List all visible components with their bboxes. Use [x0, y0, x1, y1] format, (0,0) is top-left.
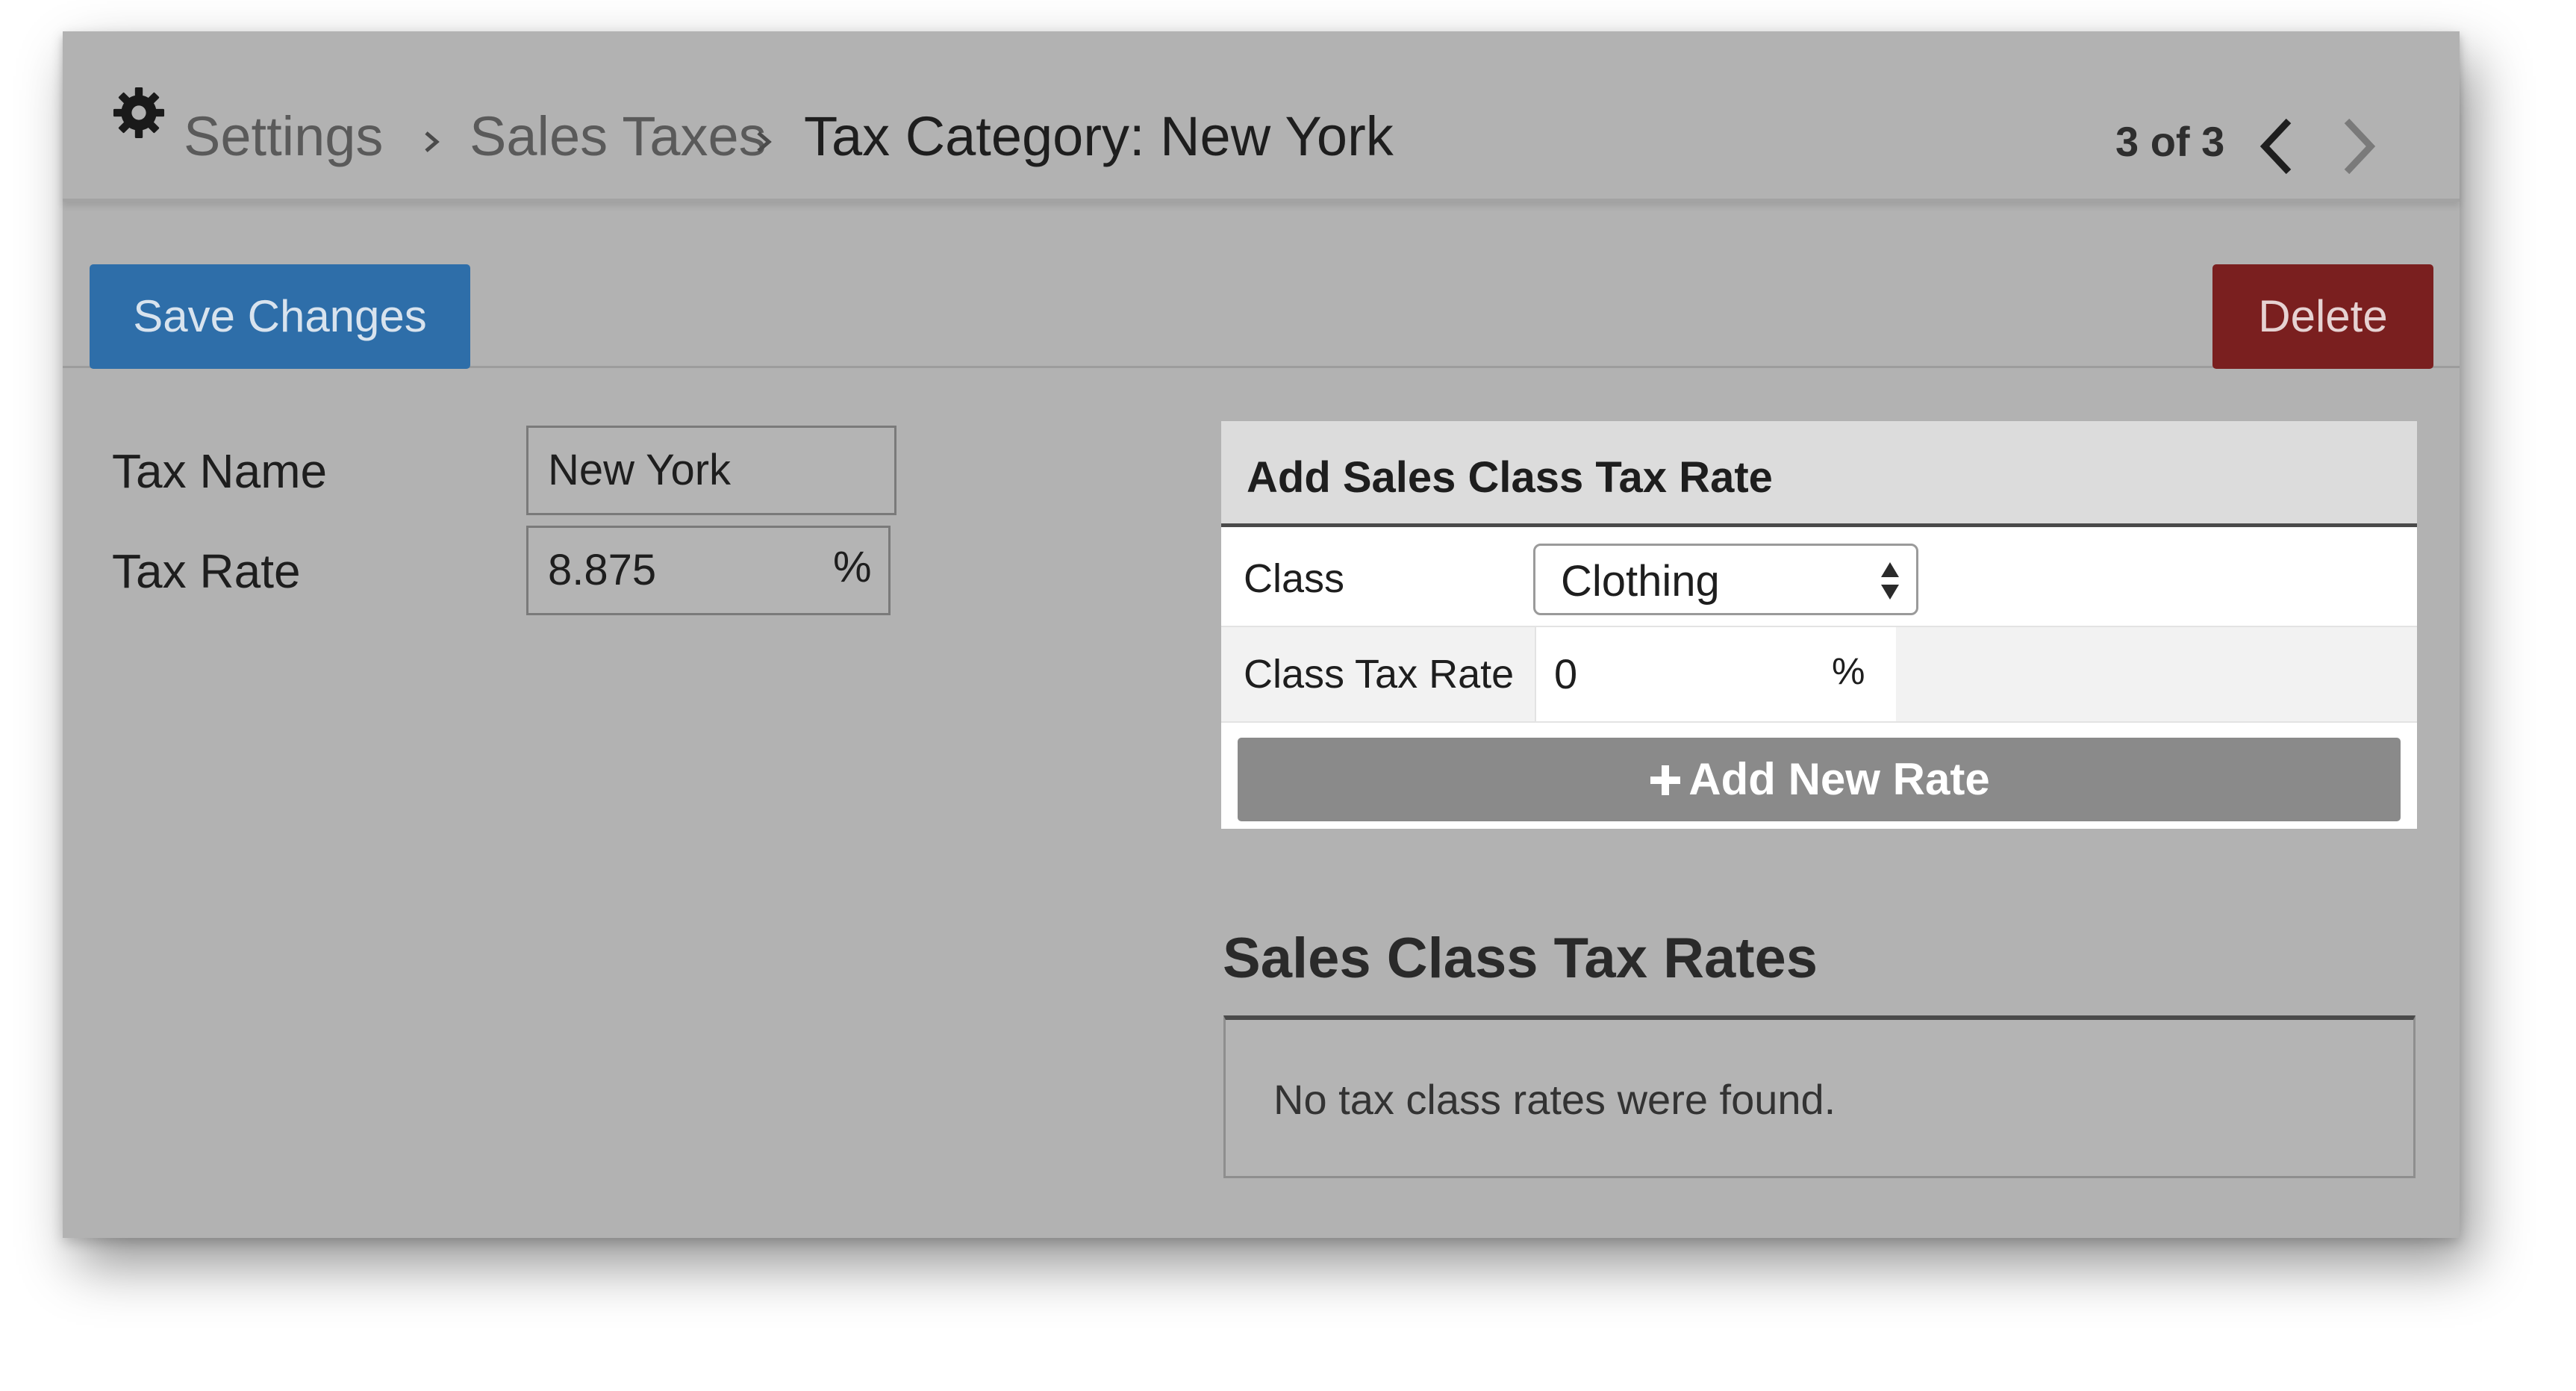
tax-rate-percent: %	[833, 543, 872, 591]
tax-name-label: Tax Name	[112, 444, 328, 498]
select-arrows-icon	[1881, 562, 1899, 600]
chevron-right-icon[interactable]	[2333, 112, 2384, 181]
class-tax-rate-value: 0	[1554, 650, 1578, 697]
tax-rates-list: No tax class rates were found.	[1223, 1015, 2416, 1178]
panel-title: Add Sales Class Tax Rate	[1247, 453, 1773, 502]
empty-state-message: No tax class rates were found.	[1273, 1076, 1836, 1123]
class-tax-rate-percent: %	[1832, 650, 1865, 692]
class-row: Class Clothing	[1221, 527, 2417, 627]
breadcrumb-settings[interactable]: Settings	[184, 109, 383, 164]
gear-icon[interactable]	[111, 85, 166, 140]
breadcrumb-current: Tax Category: New York	[804, 105, 1394, 167]
panel-header: Add Sales Class Tax Rate	[1221, 421, 2417, 527]
class-label: Class	[1244, 556, 1345, 601]
class-select[interactable]: Clothing	[1533, 544, 1918, 615]
header-bar: Settings Sales Taxes Tax Category: New Y…	[63, 31, 2460, 202]
add-sales-class-panel: Add Sales Class Tax Rate Class Clothing …	[1221, 421, 2417, 829]
chevron-left-icon[interactable]	[2251, 112, 2302, 181]
delete-button[interactable]: Delete	[2212, 264, 2433, 369]
class-tax-rate-label: Class Tax Rate	[1244, 652, 1515, 697]
tax-rate-value: 8.875	[548, 546, 657, 594]
toolbar: Save Changes Delete	[63, 202, 2460, 369]
plus-icon	[1650, 765, 1681, 795]
window: Settings Sales Taxes Tax Category: New Y…	[63, 31, 2460, 1238]
chevron-right-icon	[757, 131, 772, 152]
tax-rate-label: Tax Rate	[112, 544, 301, 598]
class-tax-rate-row: Class Tax Rate 0 %	[1221, 627, 2417, 723]
add-new-rate-label: Add New Rate	[1688, 754, 1990, 804]
tax-name-input[interactable]: New York	[526, 426, 896, 515]
breadcrumb-sales-taxes[interactable]: Sales Taxes	[470, 109, 767, 164]
chevron-right-icon	[425, 131, 440, 152]
class-selected-value: Clothing	[1561, 557, 1720, 606]
add-new-rate-button[interactable]: Add New Rate	[1238, 738, 2401, 821]
save-changes-button[interactable]: Save Changes	[90, 264, 470, 369]
class-tax-rate-input[interactable]: 0 %	[1535, 627, 1896, 721]
pager-text: 3 of 3	[2115, 118, 2225, 165]
sales-class-tax-rates-title: Sales Class Tax Rates	[1223, 927, 1818, 990]
